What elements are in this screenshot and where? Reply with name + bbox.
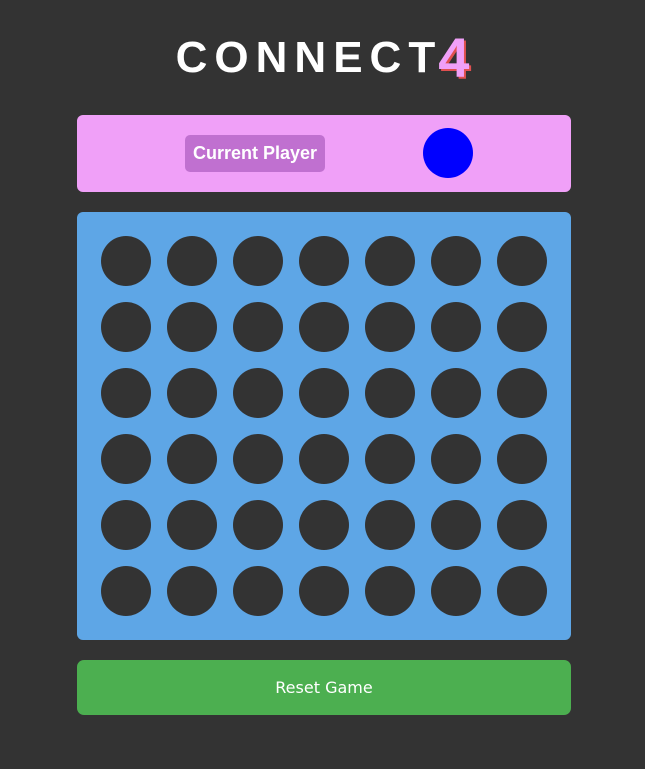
board-cell-r1-c4[interactable] [299,236,349,286]
board-cell-r6-c7[interactable] [497,566,547,616]
board-cell-r6-c4[interactable] [299,566,349,616]
board-cell-r6-c5[interactable] [365,566,415,616]
board-cell-r6-c3[interactable] [233,566,283,616]
current-player-token [423,128,473,178]
board-cell-r3-c2[interactable] [167,368,217,418]
board-cell-r5-c7[interactable] [497,500,547,550]
board-cell-r1-c5[interactable] [365,236,415,286]
title-text: CONNECT [175,33,443,82]
board-cell-r4-c3[interactable] [233,434,283,484]
game-board [77,212,571,640]
board-cell-r2-c7[interactable] [497,302,547,352]
board-cell-r5-c6[interactable] [431,500,481,550]
board-cell-r4-c4[interactable] [299,434,349,484]
board-cell-r5-c3[interactable] [233,500,283,550]
current-player-panel: Current Player [77,115,571,192]
board-cell-r5-c1[interactable] [101,500,151,550]
board-cell-r1-c6[interactable] [431,236,481,286]
board-cell-r3-c3[interactable] [233,368,283,418]
board-cell-r1-c7[interactable] [497,236,547,286]
board-cell-r2-c5[interactable] [365,302,415,352]
board-cell-r3-c5[interactable] [365,368,415,418]
board-cell-r4-c6[interactable] [431,434,481,484]
board-cell-r4-c1[interactable] [101,434,151,484]
board-cell-r3-c4[interactable] [299,368,349,418]
board-cell-r3-c1[interactable] [101,368,151,418]
game-title: CONNECT4 [0,30,645,90]
current-player-label: Current Player [185,135,326,172]
board-cell-r3-c6[interactable] [431,368,481,418]
reset-game-button[interactable]: Reset Game [77,660,571,715]
board-cell-r4-c5[interactable] [365,434,415,484]
board-cell-r6-c2[interactable] [167,566,217,616]
board-cell-r2-c6[interactable] [431,302,481,352]
board-cell-r1-c2[interactable] [167,236,217,286]
board-cell-r2-c1[interactable] [101,302,151,352]
board-cell-r6-c1[interactable] [101,566,151,616]
board-cell-r2-c3[interactable] [233,302,283,352]
title-number: 4 [438,26,470,89]
board-cell-r5-c5[interactable] [365,500,415,550]
board-cell-r5-c4[interactable] [299,500,349,550]
board-cell-r3-c7[interactable] [497,368,547,418]
board-cell-r4-c2[interactable] [167,434,217,484]
board-cell-r1-c3[interactable] [233,236,283,286]
board-cell-r6-c6[interactable] [431,566,481,616]
board-cell-r2-c2[interactable] [167,302,217,352]
board-cell-r2-c4[interactable] [299,302,349,352]
board-cell-r1-c1[interactable] [101,236,151,286]
board-cell-r5-c2[interactable] [167,500,217,550]
board-cell-r4-c7[interactable] [497,434,547,484]
